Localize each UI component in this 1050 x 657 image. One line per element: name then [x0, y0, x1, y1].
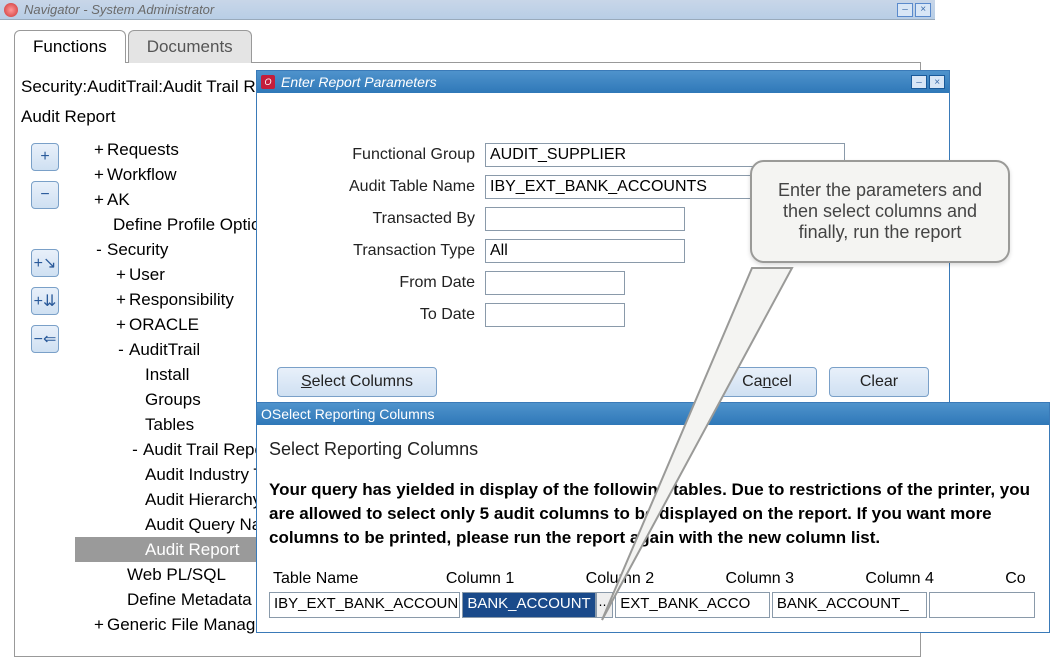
select-columns-button[interactable]: Select Columns: [277, 367, 437, 397]
label-to-date: To Date: [277, 306, 485, 324]
hdr-table-name: Table Name: [269, 568, 442, 590]
minus-icon: −: [40, 186, 49, 204]
move-left-button[interactable]: −⇐: [31, 325, 59, 353]
move-multi-button[interactable]: +⇊: [31, 287, 59, 315]
label-transacted-by: Transacted By: [277, 210, 485, 228]
params-title: Enter Report Parameters: [281, 74, 437, 90]
hdr-column-5: Co: [1001, 568, 1037, 590]
hdr-column-4: Column 4: [861, 568, 1001, 590]
app-icon: [4, 3, 18, 17]
callout-bubble: Enter the parameters and then select col…: [750, 160, 1010, 263]
cell-table-name[interactable]: IBY_EXT_BANK_ACCOUN: [269, 592, 460, 618]
tree-button-column: + − +↘ +⇊ −⇐: [15, 137, 75, 637]
cols-title: Select Reporting Columns: [272, 406, 435, 422]
clear-button[interactable]: Clear: [829, 367, 929, 397]
tab-functions[interactable]: Functions: [14, 30, 126, 63]
label-audit-table-name: Audit Table Name: [277, 178, 485, 196]
params-close-icon[interactable]: ×: [929, 75, 945, 89]
callout-tail-icon: [592, 260, 812, 630]
label-functional-group: Functional Group: [277, 146, 485, 164]
oracle-icon: O: [261, 75, 275, 89]
navigator-tabs: Functions Documents: [0, 20, 935, 63]
transacted-by-input[interactable]: [485, 207, 685, 231]
plus-icon: +: [40, 148, 49, 166]
move-right-button[interactable]: +↘: [31, 249, 59, 277]
label-from-date: From Date: [277, 274, 485, 292]
callout-text: Enter the parameters and then select col…: [778, 180, 982, 242]
minimize-icon[interactable]: –: [897, 3, 913, 17]
label-transaction-type: Transaction Type: [277, 242, 485, 260]
navigator-titlebar: Navigator - System Administrator – ×: [0, 0, 935, 20]
cell-column-4[interactable]: [929, 592, 1035, 618]
arrow-left-icon: −⇐: [34, 329, 57, 349]
tab-documents[interactable]: Documents: [128, 30, 252, 63]
oracle-icon: O: [261, 406, 272, 422]
expand-button[interactable]: +: [31, 143, 59, 171]
arrow-multi-icon: +⇊: [34, 291, 57, 311]
cell-column-1[interactable]: BANK_ACCOUNT: [462, 592, 595, 618]
arrow-down-right-icon: +↘: [34, 253, 57, 273]
navigator-title: Navigator - System Administrator: [24, 2, 214, 17]
params-titlebar: O Enter Report Parameters – ×: [257, 71, 949, 93]
hdr-column-1: Column 1: [442, 568, 582, 590]
close-icon[interactable]: ×: [915, 3, 931, 17]
params-minimize-icon[interactable]: –: [911, 75, 927, 89]
collapse-button[interactable]: −: [31, 181, 59, 209]
